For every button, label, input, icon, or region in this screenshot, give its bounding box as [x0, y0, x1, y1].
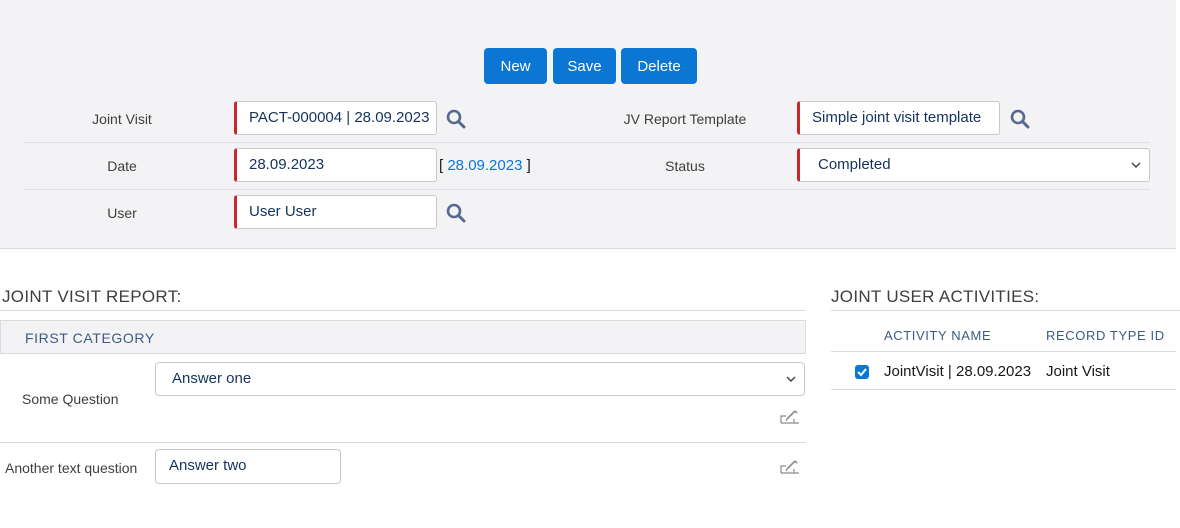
save-button[interactable]: Save: [553, 48, 616, 84]
question-label: Another text question: [5, 460, 138, 476]
search-icon[interactable]: [1009, 108, 1031, 130]
edit-icon[interactable]: [780, 458, 800, 474]
search-icon[interactable]: [445, 202, 467, 224]
report-title: JOINT VISIT REPORT:: [2, 287, 182, 306]
activities-title: JOINT USER ACTIVITIES:: [831, 287, 1040, 306]
bracket-open: [: [439, 157, 444, 174]
column-header-record-type[interactable]: RECORD TYPE ID: [1046, 328, 1165, 343]
answer-value: Answer one: [172, 370, 252, 387]
edit-icon[interactable]: [780, 408, 800, 424]
checkbox-checked-icon: [857, 368, 867, 377]
date-field[interactable]: 28.09.2023: [234, 148, 437, 182]
delete-button[interactable]: Delete: [621, 48, 697, 84]
activity-name-cell[interactable]: JointVisit | 28.09.2023: [884, 363, 1031, 380]
user-field[interactable]: User User: [234, 195, 437, 229]
header-panel: New Save Delete Joint Visit PACT-000004 …: [0, 0, 1176, 249]
bracket-close: ]: [526, 157, 531, 174]
question-label: Some Question: [22, 391, 119, 407]
date-label: Date: [107, 158, 137, 174]
category-label: FIRST CATEGORY: [25, 330, 155, 346]
status-select[interactable]: Completed: [797, 148, 1150, 182]
answer-text-input[interactable]: Answer two: [155, 449, 341, 484]
status-value: Completed: [818, 156, 891, 173]
report-divider: [0, 310, 806, 311]
status-label: Status: [665, 158, 705, 174]
record-type-cell: Joint Visit: [1046, 363, 1110, 380]
chevron-down-icon: [786, 376, 796, 382]
category-header[interactable]: FIRST CATEGORY: [0, 320, 806, 354]
user-label: User: [107, 205, 137, 221]
answer-select[interactable]: Answer one: [155, 362, 805, 396]
new-button[interactable]: New: [484, 48, 547, 84]
joint-visit-field[interactable]: PACT-000004 | 28.09.2023: [234, 101, 437, 135]
date-link-value[interactable]: 28.09.2023: [447, 157, 522, 174]
template-label: JV Report Template: [623, 111, 747, 127]
row-divider: [24, 189, 1150, 190]
table-row-divider: [831, 389, 1176, 390]
row-divider: [24, 142, 1150, 143]
date-today-link[interactable]: [ 28.09.2023 ]: [439, 157, 531, 174]
column-header-activity-name[interactable]: ACTIVITY NAME: [884, 328, 991, 343]
activities-divider: [831, 310, 1180, 311]
joint-visit-label: Joint Visit: [92, 111, 152, 127]
row-checkbox[interactable]: [855, 365, 869, 379]
chevron-down-icon: [1131, 162, 1141, 168]
template-field[interactable]: Simple joint visit template: [797, 101, 1000, 135]
table-header-divider: [831, 351, 1176, 352]
question-divider: [0, 442, 806, 443]
search-icon[interactable]: [445, 108, 467, 130]
